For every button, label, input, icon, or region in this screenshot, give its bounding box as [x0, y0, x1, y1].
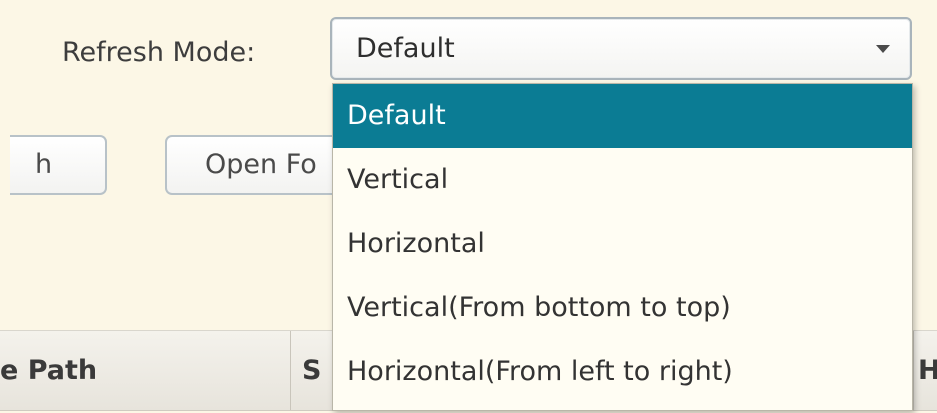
column-divider[interactable]	[913, 331, 914, 410]
column-header-second[interactable]: S	[302, 354, 321, 388]
refresh-mode-label: Refresh Mode:	[62, 37, 256, 68]
dropdown-option-vertical-bottom-to-top[interactable]: Vertical(From bottom to top)	[333, 276, 912, 340]
refresh-mode-selected-value: Default	[356, 33, 455, 64]
dropdown-option-horizontal[interactable]: Horizontal	[333, 212, 912, 276]
refresh-mode-dropdown-list: Default Vertical Horizontal Vertical(Fro…	[332, 83, 913, 411]
dropdown-option-default[interactable]: Default	[333, 84, 912, 148]
column-divider[interactable]	[290, 331, 291, 410]
chevron-down-icon[interactable]	[876, 45, 890, 53]
refresh-mode-select[interactable]: Default	[330, 17, 912, 80]
search-button-label: h	[35, 149, 53, 180]
open-folder-button-label: Open Fo	[205, 149, 317, 180]
dropdown-option-horizontal-left-to-right[interactable]: Horizontal(From left to right)	[333, 340, 912, 404]
settings-panel: Refresh Mode: Default h Open Fo e Path S…	[0, 0, 937, 413]
dropdown-option-vertical[interactable]: Vertical	[333, 148, 912, 212]
search-button[interactable]: h	[10, 135, 107, 195]
column-header-third[interactable]: He	[918, 354, 937, 388]
column-header-path[interactable]: e Path	[0, 354, 97, 388]
